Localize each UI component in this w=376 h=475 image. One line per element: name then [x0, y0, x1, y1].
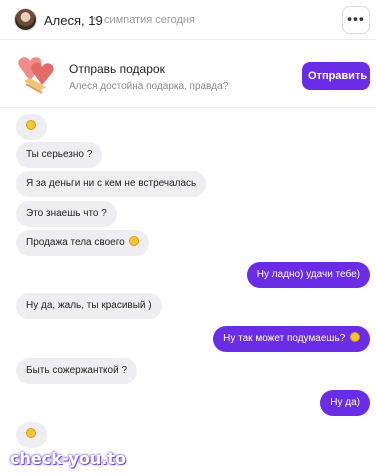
message-text: Я за деньги ни с кем не встречалась — [26, 178, 197, 189]
chat-header: Алеся, 19 • симпатия сегодня ••• — [0, 0, 376, 40]
message-text: Ну да) — [330, 397, 360, 408]
message-text: Быть сожержанткой ? — [26, 365, 128, 376]
more-dots-icon: ••• — [347, 10, 365, 27]
send-gift-button[interactable]: Отправить — [302, 62, 370, 90]
message-bubble: Продажа тела своего — [16, 230, 150, 256]
message-text: Продажа тела своего — [26, 237, 125, 248]
message-list[interactable]: Ты серьезно ? Я за деньги ни с кем не вс… — [0, 108, 376, 475]
wink-emoji-icon — [350, 332, 360, 342]
grin-emoji-icon — [129, 236, 140, 246]
avatar[interactable] — [14, 8, 37, 31]
gift-subtitle: Алеся достойна подарка, правда? — [69, 81, 229, 92]
more-menu-button[interactable]: ••• — [342, 6, 370, 34]
message-bubble-outgoing: Ну так может подумаешь? — [213, 326, 370, 352]
gift-title: Отправь подарок — [69, 62, 165, 76]
message-bubble: Быть сожержанткой ? — [16, 358, 138, 384]
separator-dot: • — [93, 14, 97, 25]
message-bubble-outgoing: Ну ладно) удачи тебе) — [246, 262, 370, 288]
message-text: Ну да, жаль, ты красивый ) — [26, 300, 152, 311]
message-bubble: Я за деньги ни с кем не встречалась — [16, 171, 207, 197]
message-text: Ты серьезно ? — [26, 149, 93, 160]
message-text: Ну ладно) удачи тебе) — [256, 269, 360, 280]
watermark: check-you.to — [10, 449, 127, 468]
message-bubble: Ты серьезно ? — [16, 142, 103, 168]
hearts-gift-icon — [18, 57, 54, 94]
smile-emoji-icon — [26, 428, 36, 438]
message-bubble — [16, 114, 47, 140]
message-bubble: Это знаешь что ? — [16, 201, 117, 227]
grin-emoji-icon — [26, 120, 36, 130]
message-bubble-outgoing: Ну да) — [320, 390, 370, 416]
match-status: симпатия сегодня — [104, 14, 195, 26]
message-text: Это знаешь что ? — [26, 208, 107, 219]
message-bubble: Ну да, жаль, ты красивый ) — [16, 293, 162, 319]
gift-banner: Отправь подарок Алеся достойна подарка, … — [0, 40, 376, 108]
message-text: Ну так может подумаешь? — [223, 333, 346, 344]
